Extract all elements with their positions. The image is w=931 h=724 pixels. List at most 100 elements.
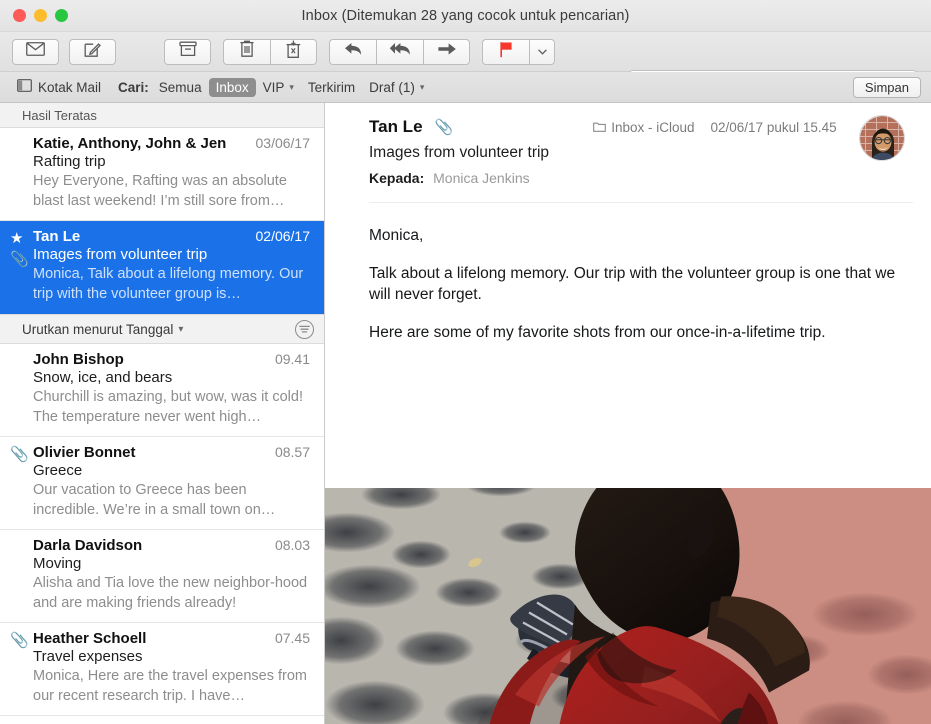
reply-arrow-icon	[343, 41, 363, 62]
scope-inbox-label: Inbox	[215, 79, 249, 95]
scope-inbox[interactable]: Inbox	[208, 77, 256, 97]
list-item-selected[interactable]: ★ 📎 Tan Le 02/06/17 Images from voluntee…	[0, 221, 324, 314]
body-paragraph-1: Monica,	[369, 227, 424, 244]
junk-button[interactable]	[270, 38, 317, 65]
compose-button[interactable]	[69, 38, 116, 65]
filter-funnel-icon[interactable]	[295, 319, 314, 339]
save-search-button[interactable]: Simpan	[852, 76, 921, 98]
detail-sender: Tan Le	[369, 117, 423, 136]
message-subject: Images from volunteer trip	[33, 246, 208, 263]
detail-to-label: Kepada:	[369, 170, 425, 186]
main-content: Hasil Teratas Katie, Anthony, John & Jen…	[0, 103, 931, 724]
forward-button[interactable]	[423, 38, 470, 65]
list-item[interactable]: Darla Davidson 08.03 Moving Alisha and T…	[0, 530, 324, 623]
toolbar: ✕	[0, 32, 931, 97]
paperclip-icon: 📎	[434, 119, 454, 136]
junk-trash-icon	[285, 40, 302, 63]
message-date: 09.41	[274, 351, 310, 367]
scope-draf-label: Draf (1)	[369, 79, 415, 95]
message-sender: Olivier Bonnet	[33, 444, 136, 461]
delete-junk-group	[223, 38, 317, 65]
scope-draf[interactable]: Draf (1) ▾	[362, 78, 431, 97]
chevron-down-icon: ▾	[178, 323, 184, 335]
window-controls	[13, 9, 68, 22]
list-item[interactable]: Katie, Anthony, John & Jen 03/06/17 Raft…	[0, 128, 324, 221]
scope-terkirim[interactable]: Terkirim	[301, 78, 362, 97]
mail-window: Inbox (Ditemukan 28 yang cocok untuk pen…	[0, 0, 931, 724]
favorites-bar: Kotak Mail Cari: Semua Inbox VIP ▾ Terki…	[0, 72, 931, 103]
message-subject: Snow, ice, and bears	[33, 369, 173, 386]
folder-icon	[593, 120, 607, 135]
message-snippet: Churchill is amazing, but wow, was it co…	[33, 389, 303, 425]
scope-terkirim-label: Terkirim	[307, 79, 356, 95]
message-list-scrollbar[interactable]	[319, 103, 323, 724]
zoom-button[interactable]	[55, 9, 68, 22]
body-paragraph-3: Here are some of my favorite shots from …	[369, 324, 826, 341]
message-subject: Rafting trip	[33, 153, 106, 170]
attachment-image[interactable]	[325, 488, 931, 724]
message-date: 03/06/17	[255, 135, 311, 151]
avatar[interactable]	[859, 115, 905, 161]
message-body: Monica, Talk about a lifelong memory. Ou…	[325, 203, 931, 343]
detail-recipients: Kepada: Monica Jenkins	[369, 170, 913, 186]
envelope-icon	[26, 42, 45, 61]
message-sender: John Bishop	[33, 351, 124, 368]
message-sender: Tan Le	[33, 228, 81, 245]
mailbox-toggle-button[interactable]: Kotak Mail	[10, 77, 108, 97]
message-snippet: Alisha and Tia love the new neighbor-hoo…	[33, 575, 308, 611]
reply-all-button[interactable]	[376, 38, 423, 65]
search-scope-label: Cari:	[118, 79, 149, 95]
delete-button[interactable]	[223, 38, 270, 65]
paperclip-icon: 📎	[10, 446, 29, 463]
message-subject: Travel expenses	[33, 648, 143, 665]
message-date: 08.03	[274, 537, 310, 553]
forward-arrow-icon	[437, 42, 457, 61]
message-snippet: Monica, Here are the travel expenses fro…	[33, 668, 308, 704]
sidebar-toggle-icon	[17, 79, 32, 95]
paperclip-icon: 📎	[10, 632, 29, 649]
archive-group	[164, 38, 211, 65]
scope-semua[interactable]: Semua	[152, 78, 209, 97]
get-mail-button[interactable]	[12, 38, 59, 65]
title-bar: Inbox (Ditemukan 28 yang cocok untuk pen…	[0, 0, 931, 32]
detail-mailbox-label: Inbox - iCloud	[611, 119, 695, 135]
list-item[interactable]: John Bishop 09.41 Snow, ice, and bears C…	[0, 344, 324, 437]
message-sender: Heather Schoell	[33, 630, 147, 647]
detail-to-value[interactable]: Monica Jenkins	[433, 170, 530, 186]
body-paragraph-2: Talk about a lifelong memory. Our trip w…	[369, 265, 896, 303]
list-item[interactable]: 📎 Olivier Bonnet 08.57 Greece Our vacati…	[0, 437, 324, 530]
flag-menu-button[interactable]	[529, 38, 555, 65]
compose-pencil-icon	[84, 41, 101, 63]
top-results-header: Hasil Teratas	[0, 103, 324, 128]
sort-header[interactable]: Urutkan menurut Tanggal ▾	[0, 314, 324, 344]
trash-icon	[239, 40, 255, 63]
message-snippet: Hey Everyone, Rafting was an absolute bl…	[33, 173, 287, 209]
message-snippet: Monica, Talk about a lifelong memory. Ou…	[33, 266, 304, 302]
message-subject: Moving	[33, 555, 82, 572]
archive-button[interactable]	[164, 38, 211, 65]
message-subject: Greece	[33, 462, 83, 479]
flag-button[interactable]	[482, 38, 529, 65]
scope-semua-label: Semua	[158, 79, 202, 95]
message-date: 08.57	[274, 444, 310, 460]
reply-button[interactable]	[329, 38, 376, 65]
mail-actions-group	[12, 38, 59, 65]
message-detail: Tan Le 📎 Inbox - iCloud 02/06/17 pukul 1…	[325, 103, 931, 724]
message-list[interactable]: Hasil Teratas Katie, Anthony, John & Jen…	[0, 103, 325, 724]
flag-star-icon: ★	[10, 230, 24, 247]
window-title: Inbox (Ditemukan 28 yang cocok untuk pen…	[301, 7, 630, 24]
message-date: 07.45	[274, 630, 310, 646]
scope-vip[interactable]: VIP ▾	[256, 78, 301, 97]
mailbox-toggle-label: Kotak Mail	[38, 79, 102, 95]
chevron-down-icon	[537, 48, 547, 55]
reply-forward-group	[329, 38, 470, 65]
message-detail-header: Tan Le 📎 Inbox - iCloud 02/06/17 pukul 1…	[325, 103, 931, 186]
message-sender: Katie, Anthony, John & Jen	[33, 135, 227, 152]
detail-mailbox[interactable]: Inbox - iCloud	[593, 119, 695, 135]
message-snippet: Our vacation to Greece has been incredib…	[33, 482, 276, 518]
minimize-button[interactable]	[34, 9, 47, 22]
close-button[interactable]	[13, 9, 26, 22]
archive-box-icon	[178, 41, 197, 62]
paperclip-icon: 📎	[10, 251, 29, 268]
list-item[interactable]: 📎 Heather Schoell 07.45 Travel expenses …	[0, 623, 324, 716]
